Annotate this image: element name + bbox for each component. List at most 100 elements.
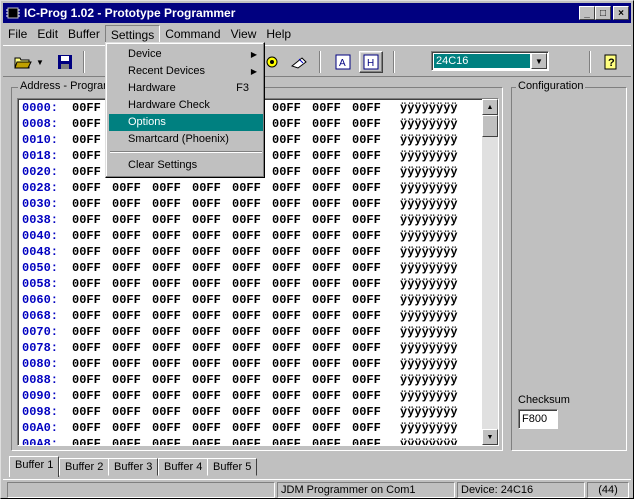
hex-word[interactable]: 00FF [112,197,141,211]
hex-word[interactable]: 00FF [192,277,221,291]
hex-word[interactable]: 00FF [312,357,341,371]
hex-word[interactable]: 00FF [72,405,101,419]
hex-word[interactable]: 00FF [272,421,301,435]
hex-word[interactable]: 00FF [352,373,381,387]
hex-word[interactable]: 00FF [312,309,341,323]
tab-buffer-3[interactable]: Buffer 3 [108,458,159,476]
menu-file[interactable]: File [3,25,32,43]
hex-word[interactable]: 00FF [272,325,301,339]
hex-word[interactable]: 00FF [272,405,301,419]
hex-word[interactable]: 00FF [192,229,221,243]
hex-word[interactable]: 00FF [152,293,181,307]
scroll-thumb[interactable] [482,115,498,137]
menu-help[interactable]: Help [261,25,296,43]
menu-command[interactable]: Command [160,25,225,43]
hex-word[interactable]: 00FF [352,421,381,435]
hex-word[interactable]: 00FF [272,101,301,115]
hex-word[interactable]: 00FF [312,165,341,179]
hex-word[interactable]: 00FF [112,389,141,403]
hex-word[interactable]: 00FF [192,389,221,403]
hex-word[interactable]: 00FF [152,261,181,275]
tab-buffer-1[interactable]: Buffer 1 [9,456,60,477]
vertical-scrollbar[interactable]: ▲ ▼ [482,99,498,445]
hex-word[interactable]: 00FF [312,197,341,211]
menu-settings[interactable]: Settings [104,24,161,43]
settings-menu-item-clear-settings[interactable]: Clear Settings [109,157,263,174]
hex-word[interactable]: 00FF [72,277,101,291]
hex-word[interactable]: 00FF [352,245,381,259]
hex-word[interactable]: 00FF [312,213,341,227]
hex-word[interactable]: 00FF [272,309,301,323]
hex-word[interactable]: 00FF [352,229,381,243]
hex-word[interactable]: 00FF [192,293,221,307]
device-select[interactable]: 24C16 ▼ [431,51,549,71]
hex-word[interactable]: 00FF [272,389,301,403]
hex-word[interactable]: 00FF [72,101,101,115]
hex-word[interactable]: 00FF [72,229,101,243]
hex-word[interactable]: 00FF [312,277,341,291]
hex-word[interactable]: 00FF [192,373,221,387]
hex-word[interactable]: 00FF [152,325,181,339]
hex-word[interactable]: 00FF [112,421,141,435]
hex-word[interactable]: 00FF [72,341,101,355]
hex-word[interactable]: 00FF [112,325,141,339]
hex-word[interactable]: 00FF [192,197,221,211]
hex-word[interactable]: 00FF [272,373,301,387]
assembler-view-icon[interactable]: A [331,51,355,73]
maximize-button[interactable]: □ [595,6,611,20]
hex-word[interactable]: 00FF [232,197,261,211]
hex-word[interactable]: 00FF [152,245,181,259]
hex-word[interactable]: 00FF [352,277,381,291]
hex-word[interactable]: 00FF [232,405,261,419]
hex-word[interactable]: 00FF [72,293,101,307]
hex-word[interactable]: 00FF [232,357,261,371]
hex-word[interactable]: 00FF [72,245,101,259]
tab-buffer-2[interactable]: Buffer 2 [59,458,110,476]
hex-word[interactable]: 00FF [112,213,141,227]
hex-word[interactable]: 00FF [272,117,301,131]
hex-word[interactable]: 00FF [352,181,381,195]
menu-buffer[interactable]: Buffer [63,25,105,43]
hex-word[interactable]: 00FF [112,293,141,307]
hex-word[interactable]: 00FF [72,181,101,195]
hex-word[interactable]: 00FF [312,229,341,243]
hex-word[interactable]: 00FF [152,309,181,323]
hex-word[interactable]: 00FF [232,261,261,275]
hex-word[interactable]: 00FF [352,357,381,371]
hex-word[interactable]: 00FF [192,405,221,419]
hex-word[interactable]: 00FF [72,213,101,227]
hex-word[interactable]: 00FF [72,357,101,371]
hex-word[interactable]: 00FF [352,293,381,307]
hex-word[interactable]: 00FF [352,341,381,355]
hex-word[interactable]: 00FF [272,149,301,163]
hex-word[interactable]: 00FF [312,181,341,195]
settings-menu-item-recent-devices[interactable]: Recent Devices ▶ [109,63,263,80]
hex-word[interactable]: 00FF [152,357,181,371]
settings-menu-item-options[interactable]: Options [109,114,263,131]
hex-word[interactable]: 00FF [232,277,261,291]
hex-word[interactable]: 00FF [352,437,381,445]
hex-word[interactable]: 00FF [72,373,101,387]
hex-word[interactable]: 00FF [312,117,341,131]
dropdown-arrow-icon[interactable]: ▼ [35,51,45,73]
hex-word[interactable]: 00FF [312,261,341,275]
hex-word[interactable]: 00FF [312,373,341,387]
hex-word[interactable]: 00FF [152,421,181,435]
hex-word[interactable]: 00FF [192,341,221,355]
hex-word[interactable]: 00FF [72,325,101,339]
hex-word[interactable]: 00FF [272,181,301,195]
hex-word[interactable]: 00FF [312,437,341,445]
scroll-down-icon[interactable]: ▼ [482,429,498,445]
hex-word[interactable]: 00FF [72,117,101,131]
hex-word[interactable]: 00FF [112,341,141,355]
hex-word[interactable]: 00FF [272,165,301,179]
hex-word[interactable]: 00FF [352,197,381,211]
hex-word[interactable]: 00FF [272,261,301,275]
chevron-down-icon[interactable]: ▼ [531,53,547,69]
close-button[interactable]: × [613,6,629,20]
hex-word[interactable]: 00FF [152,405,181,419]
save-icon[interactable] [53,51,77,73]
hex-word[interactable]: 00FF [232,245,261,259]
hex-word[interactable]: 00FF [232,309,261,323]
hex-word[interactable]: 00FF [232,421,261,435]
